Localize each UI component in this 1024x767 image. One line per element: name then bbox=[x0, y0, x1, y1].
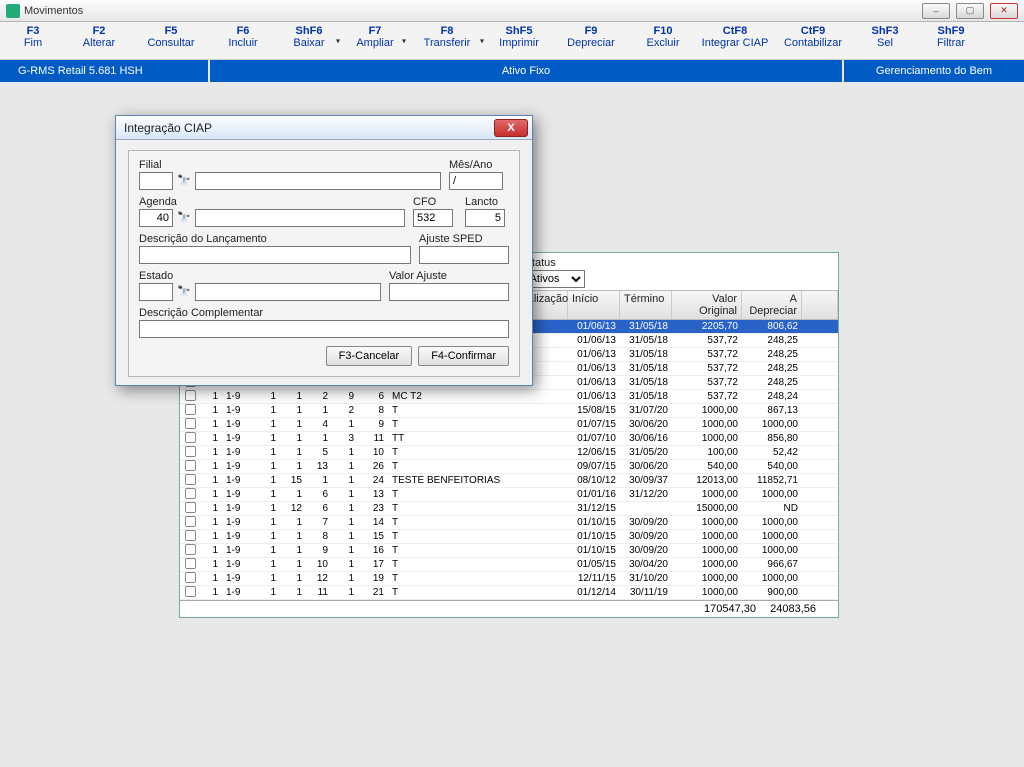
window-title: Movimentos bbox=[24, 5, 83, 17]
fkey-baixar[interactable]: ShF6Baixar▾ bbox=[276, 22, 342, 59]
app-icon bbox=[6, 4, 20, 18]
estado-code-input[interactable] bbox=[139, 283, 173, 301]
dialog-close-button[interactable]: X bbox=[494, 119, 528, 137]
table-row[interactable]: 11-9118115T01/10/1530/09/201000,001000,0… bbox=[180, 530, 838, 544]
table-row[interactable]: 11-911128T15/08/1531/07/201000,00867,13 bbox=[180, 404, 838, 418]
col-a-depreciar[interactable]: A Depreciar bbox=[742, 291, 802, 319]
agenda-label: Agenda bbox=[139, 196, 405, 208]
row-checkbox[interactable] bbox=[185, 389, 196, 400]
binoculars-icon[interactable]: 🔭 bbox=[175, 172, 193, 188]
close-button[interactable]: ✕ bbox=[990, 3, 1018, 19]
total-valor-original: 170547,30 bbox=[690, 601, 760, 617]
status-band: G-RMS Retail 5.681 HSH Ativo Fixo Gerenc… bbox=[0, 60, 1024, 82]
row-checkbox[interactable] bbox=[185, 459, 196, 470]
fkey-toolbar: F3FimF2AlterarF5ConsultarF6IncluirShF6Ba… bbox=[0, 22, 1024, 60]
confirm-button[interactable]: F4-Confirmar bbox=[418, 346, 509, 366]
dialog-title: Integração CIAP bbox=[124, 121, 212, 135]
descricao-lancamento-input[interactable] bbox=[139, 246, 411, 264]
band-right: Gerenciamento do Bem bbox=[844, 60, 1024, 82]
cfo-input[interactable] bbox=[413, 209, 453, 227]
agenda-desc-input[interactable] bbox=[195, 209, 405, 227]
fkey-contabilizar[interactable]: CtF9Contabilizar bbox=[774, 22, 852, 59]
ajuste-sped-label: Ajuste SPED bbox=[419, 233, 509, 245]
lancto-label: Lancto bbox=[465, 196, 509, 208]
fkey-alterar[interactable]: F2Alterar bbox=[66, 22, 132, 59]
estado-desc-input[interactable] bbox=[195, 283, 381, 301]
grid-footer: 170547,30 24083,56 bbox=[180, 600, 838, 617]
table-row[interactable]: 11-911296MC T201/06/1331/05/18537,72248,… bbox=[180, 390, 838, 404]
row-checkbox[interactable] bbox=[185, 473, 196, 484]
valor-ajuste-label: Valor Ajuste bbox=[389, 270, 509, 282]
valor-ajuste-input[interactable] bbox=[389, 283, 509, 301]
binoculars-icon[interactable]: 🔭 bbox=[175, 283, 193, 299]
table-row[interactable]: 11-911419T01/07/1530/06/201000,001000,00 bbox=[180, 418, 838, 432]
filter-status-select[interactable]: Ativos bbox=[525, 270, 585, 288]
estado-label: Estado bbox=[139, 270, 381, 282]
table-row[interactable]: 11-9119116T01/10/1530/09/201000,001000,0… bbox=[180, 544, 838, 558]
cfo-label: CFO bbox=[413, 196, 457, 208]
fkey-sel[interactable]: ShF3Sel bbox=[852, 22, 918, 59]
mesano-input[interactable] bbox=[449, 172, 503, 190]
row-checkbox[interactable] bbox=[185, 557, 196, 568]
row-checkbox[interactable] bbox=[185, 445, 196, 456]
col-inicio[interactable]: Início bbox=[568, 291, 620, 319]
descricao-lancamento-label: Descrição do Lançamento bbox=[139, 233, 411, 245]
table-row[interactable]: 11-9117114T01/10/1530/09/201000,001000,0… bbox=[180, 516, 838, 530]
table-row[interactable]: 11-9115110T12/06/1531/05/20100,0052,42 bbox=[180, 446, 838, 460]
window-title-bar: Movimentos – ▢ ✕ bbox=[0, 0, 1024, 22]
row-checkbox[interactable] bbox=[185, 599, 196, 600]
row-checkbox[interactable] bbox=[185, 403, 196, 414]
fkey-excluir[interactable]: F10Excluir bbox=[630, 22, 696, 59]
row-checkbox[interactable] bbox=[185, 585, 196, 596]
mesano-label: Mês/Ano bbox=[449, 159, 509, 171]
table-row[interactable]: 11-91111121T01/12/1430/11/191000,00900,0… bbox=[180, 586, 838, 600]
row-checkbox[interactable] bbox=[185, 431, 196, 442]
fkey-consultar[interactable]: F5Consultar bbox=[132, 22, 210, 59]
fkey-transferir[interactable]: F8Transferir▾ bbox=[408, 22, 486, 59]
row-checkbox[interactable] bbox=[185, 487, 196, 498]
binoculars-icon[interactable]: 🔭 bbox=[175, 209, 193, 225]
col-termino[interactable]: Término bbox=[620, 291, 672, 319]
table-row[interactable]: 11-91112119T12/11/1531/10/201000,001000,… bbox=[180, 572, 838, 586]
row-checkbox[interactable] bbox=[185, 515, 196, 526]
table-row[interactable]: 11-91151124TESTE BENFEITORIAS08/10/1230/… bbox=[180, 474, 838, 488]
filter-status-label: Status bbox=[525, 257, 585, 269]
row-checkbox[interactable] bbox=[185, 571, 196, 582]
descricao-complementar-input[interactable] bbox=[139, 320, 509, 338]
fkey-imprimir[interactable]: ShF5Imprimir bbox=[486, 22, 552, 59]
fkey-fim[interactable]: F3Fim bbox=[0, 22, 66, 59]
row-checkbox[interactable] bbox=[185, 417, 196, 428]
fkey-depreciar[interactable]: F9Depreciar bbox=[552, 22, 630, 59]
table-row[interactable]: 11-9111311TT01/07/1030/06/161000,00856,8… bbox=[180, 432, 838, 446]
filial-code-input[interactable] bbox=[139, 172, 173, 190]
row-checkbox[interactable] bbox=[185, 501, 196, 512]
band-center: Ativo Fixo bbox=[210, 60, 844, 82]
descricao-complementar-label: Descrição Complementar bbox=[139, 307, 509, 319]
lancto-input[interactable] bbox=[465, 209, 505, 227]
integracao-ciap-dialog: Integração CIAP X Filial 🔭 Mês/Ano bbox=[115, 115, 533, 386]
band-left: G-RMS Retail 5.681 HSH bbox=[0, 60, 210, 82]
chevron-down-icon: ▾ bbox=[336, 36, 340, 45]
maximize-button[interactable]: ▢ bbox=[956, 3, 984, 19]
table-row[interactable]: 11-91126123T31/12/1515000,00ND bbox=[180, 502, 838, 516]
total-a-depreciar: 24083,56 bbox=[760, 601, 820, 617]
fkey-incluir[interactable]: F6Incluir bbox=[210, 22, 276, 59]
table-row[interactable]: 11-9116113T01/01/1631/12/201000,001000,0… bbox=[180, 488, 838, 502]
fkey-integrar ciap[interactable]: CtF8Integrar CIAP bbox=[696, 22, 774, 59]
fkey-ampliar[interactable]: F7Ampliar▾ bbox=[342, 22, 408, 59]
filial-desc-input[interactable] bbox=[195, 172, 441, 190]
filial-label: Filial bbox=[139, 159, 441, 171]
table-row[interactable]: 11-91113126T09/07/1530/06/20540,00540,00 bbox=[180, 460, 838, 474]
ajuste-sped-input[interactable] bbox=[419, 246, 509, 264]
row-checkbox[interactable] bbox=[185, 543, 196, 554]
row-checkbox[interactable] bbox=[185, 529, 196, 540]
chevron-down-icon: ▾ bbox=[402, 36, 406, 45]
agenda-code-input[interactable] bbox=[139, 209, 173, 227]
cancel-button[interactable]: F3-Cancelar bbox=[326, 346, 413, 366]
minimize-button[interactable]: – bbox=[922, 3, 950, 19]
table-row[interactable]: 11-91110117T01/05/1530/04/201000,00966,6… bbox=[180, 558, 838, 572]
chevron-down-icon: ▾ bbox=[480, 36, 484, 45]
col-valor-original[interactable]: Valor Original bbox=[672, 291, 742, 319]
fkey-filtrar[interactable]: ShF9Filtrar bbox=[918, 22, 984, 59]
